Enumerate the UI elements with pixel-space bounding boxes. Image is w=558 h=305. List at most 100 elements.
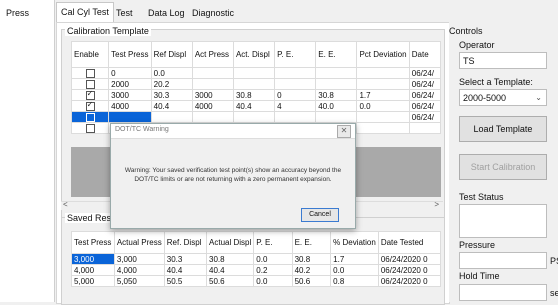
table-cell[interactable]: 3,000 bbox=[71, 253, 115, 265]
col-header[interactable]: Actual Displ bbox=[206, 231, 255, 254]
enable-checkbox[interactable] bbox=[85, 79, 95, 89]
col-header[interactable]: E. E. bbox=[291, 231, 332, 254]
col-header[interactable]: Act. Displ bbox=[232, 41, 276, 68]
table-cell[interactable]: 40.2 bbox=[291, 264, 332, 276]
table-cell[interactable]: 0.8 bbox=[330, 275, 379, 287]
table-cell[interactable]: 0 bbox=[274, 89, 317, 101]
tab-test[interactable]: Test bbox=[112, 4, 137, 22]
col-header[interactable]: Test Press bbox=[71, 231, 115, 254]
table-cell[interactable]: 06/24/ bbox=[408, 89, 442, 101]
table-cell[interactable]: 06/24/ bbox=[408, 100, 442, 112]
table-cell[interactable]: 06/24/2020 0 bbox=[377, 275, 442, 287]
cancel-button[interactable]: Cancel bbox=[301, 208, 339, 222]
tab-diagnostic[interactable]: Diagnostic bbox=[188, 4, 238, 22]
table-cell[interactable]: 30.3 bbox=[163, 253, 208, 265]
close-icon[interactable]: ✕ bbox=[337, 125, 351, 138]
table-cell[interactable] bbox=[315, 78, 358, 90]
table-cell[interactable]: 3,000 bbox=[113, 253, 165, 265]
table-cell[interactable] bbox=[191, 78, 234, 90]
table-cell[interactable]: 4,000 bbox=[113, 264, 165, 276]
col-header[interactable]: Actual Press bbox=[113, 231, 165, 254]
table-cell[interactable] bbox=[232, 78, 276, 90]
table-row[interactable]: 4,000 4,000 40.4 40.4 0.2 40.2 0.0 06/24… bbox=[71, 264, 442, 276]
chevron-down-icon[interactable]: ⌄ bbox=[535, 90, 542, 106]
table-cell[interactable]: 0 bbox=[108, 67, 152, 79]
col-header[interactable]: Ref Displ bbox=[150, 41, 193, 68]
load-template-button[interactable]: Load Template bbox=[459, 116, 547, 142]
table-cell[interactable] bbox=[356, 111, 410, 123]
scroll-right-icon[interactable]: > bbox=[434, 200, 439, 209]
start-calibration-button[interactable]: Start Calibration bbox=[459, 154, 547, 180]
table-cell[interactable]: 06/24/ bbox=[408, 78, 442, 90]
table-row-selected[interactable]: 06/24/ bbox=[70, 111, 442, 123]
col-header[interactable]: Ref. Displ bbox=[163, 231, 208, 254]
table-cell[interactable]: 40.4 bbox=[163, 264, 208, 276]
col-header[interactable]: Test Press bbox=[108, 41, 152, 68]
table-cell[interactable]: 06/24/2020 0 bbox=[377, 264, 442, 276]
col-header[interactable]: E. E. bbox=[315, 41, 358, 68]
table-cell[interactable]: 5,050 bbox=[113, 275, 165, 287]
operator-input[interactable]: TS bbox=[459, 52, 547, 69]
table-cell[interactable] bbox=[274, 78, 317, 90]
table-cell[interactable] bbox=[191, 67, 234, 79]
table-row[interactable]: 3000 30.3 3000 30.8 0 30.8 1.7 06/24/ bbox=[70, 89, 442, 101]
table-cell[interactable] bbox=[191, 111, 234, 123]
table-cell[interactable]: 0.0 bbox=[253, 253, 293, 265]
table-cell[interactable]: 30.8 bbox=[206, 253, 255, 265]
table-cell[interactable]: 4 bbox=[274, 100, 317, 112]
col-header[interactable]: Enable bbox=[70, 41, 110, 68]
table-cell[interactable] bbox=[274, 111, 317, 123]
col-header[interactable]: % Deviation bbox=[330, 231, 379, 254]
tab-data-log[interactable]: Data Log bbox=[144, 4, 189, 22]
table-cell[interactable]: 30.3 bbox=[150, 89, 193, 101]
table-cell[interactable]: 50.6 bbox=[206, 275, 255, 287]
table-cell[interactable] bbox=[356, 78, 410, 90]
table-cell[interactable]: 1.7 bbox=[356, 89, 410, 101]
table-cell[interactable]: 20.2 bbox=[150, 78, 193, 90]
table-cell[interactable]: 50.5 bbox=[163, 275, 208, 287]
table-row[interactable]: 5,000 5,050 50.5 50.6 0.0 50.6 0.8 06/24… bbox=[71, 275, 442, 287]
table-cell[interactable]: 30.8 bbox=[291, 253, 332, 265]
table-cell[interactable]: 5,000 bbox=[71, 275, 115, 287]
table-cell[interactable] bbox=[315, 67, 358, 79]
table-cell[interactable] bbox=[150, 111, 193, 123]
enable-checkbox[interactable] bbox=[85, 102, 95, 111]
table-cell[interactable]: 0.0 bbox=[356, 100, 410, 112]
table-cell[interactable]: 4000 bbox=[108, 100, 152, 112]
table-cell[interactable]: 40.4 bbox=[206, 264, 255, 276]
table-cell[interactable]: 40.0 bbox=[315, 100, 358, 112]
table-cell[interactable] bbox=[232, 67, 276, 79]
enable-checkbox[interactable] bbox=[85, 68, 95, 78]
side-item-press[interactable]: Press bbox=[6, 8, 29, 18]
table-cell[interactable] bbox=[274, 67, 317, 79]
table-cell[interactable] bbox=[232, 111, 276, 123]
table-cell[interactable]: 3000 bbox=[108, 89, 152, 101]
table-cell[interactable]: 40.4 bbox=[150, 100, 193, 112]
table-row[interactable]: 3,000 3,000 30.3 30.8 0.0 30.8 1.7 06/24… bbox=[71, 253, 442, 265]
table-cell[interactable]: 06/24/ bbox=[408, 111, 442, 123]
tab-cal-cyl-test[interactable]: Cal Cyl Test bbox=[56, 2, 114, 23]
table-cell[interactable]: 50.6 bbox=[291, 275, 332, 287]
enable-checkbox[interactable] bbox=[85, 123, 95, 133]
table-cell[interactable]: 2000 bbox=[108, 78, 152, 90]
col-header[interactable]: P. E. bbox=[274, 41, 317, 68]
table-cell[interactable]: 06/24/ bbox=[408, 67, 442, 79]
enable-checkbox[interactable] bbox=[85, 91, 95, 100]
table-cell[interactable]: 40.4 bbox=[232, 100, 276, 112]
table-cell[interactable]: 0.0 bbox=[330, 264, 379, 276]
col-header[interactable]: Pct Deviation bbox=[356, 41, 410, 68]
table-cell[interactable] bbox=[315, 111, 358, 123]
table-cell[interactable]: 30.8 bbox=[315, 89, 358, 101]
table-row[interactable]: 2000 20.2 06/24/ bbox=[70, 78, 442, 90]
table-cell[interactable]: 0.2 bbox=[253, 264, 293, 276]
table-cell[interactable] bbox=[408, 122, 442, 134]
table-row[interactable]: 4000 40.4 4000 40.4 4 40.0 0.0 06/24/ bbox=[70, 100, 442, 112]
col-header[interactable]: Date bbox=[408, 41, 442, 68]
table-cell[interactable] bbox=[108, 111, 152, 123]
template-select[interactable]: 2000-5000 ⌄ bbox=[459, 89, 547, 106]
enable-checkbox[interactable] bbox=[85, 112, 95, 122]
table-cell[interactable] bbox=[356, 67, 410, 79]
table-cell[interactable] bbox=[356, 122, 410, 134]
table-cell[interactable]: 30.8 bbox=[232, 89, 276, 101]
col-header[interactable]: Date Tested bbox=[377, 231, 442, 254]
